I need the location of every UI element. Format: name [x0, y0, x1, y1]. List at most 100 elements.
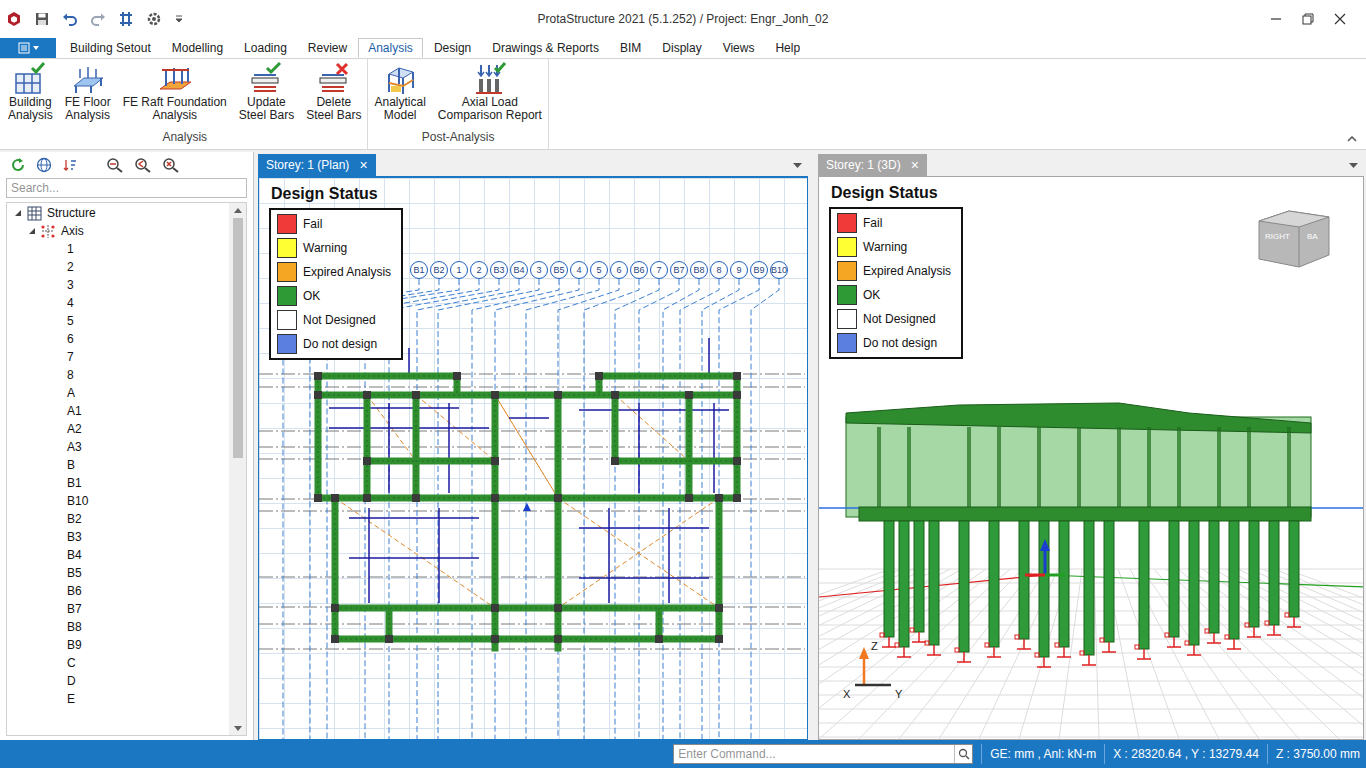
axis-bubble[interactable]: B3 — [490, 261, 508, 279]
tree-item[interactable]: 5 — [7, 312, 229, 330]
ribbon-tab[interactable]: Review — [298, 38, 357, 58]
search-input[interactable] — [6, 178, 247, 198]
tree-item[interactable]: A — [7, 384, 229, 402]
tree-item[interactable]: 4 — [7, 294, 229, 312]
axis-bubble[interactable]: 5 — [590, 261, 608, 279]
tree-item[interactable]: A1 — [7, 402, 229, 420]
tree-item[interactable]: B6 — [7, 582, 229, 600]
tree-item[interactable]: B10 — [7, 492, 229, 510]
command-input[interactable] — [674, 745, 954, 763]
axis-bubble[interactable]: 4 — [570, 261, 588, 279]
axis-bubble[interactable]: 7 — [650, 261, 668, 279]
view-menu-dropdown-icon[interactable] — [1348, 154, 1358, 176]
ribbon-tab[interactable]: Modelling — [162, 38, 233, 58]
tree-item[interactable]: 2 — [7, 258, 229, 276]
redo-icon[interactable] — [90, 11, 106, 27]
close-icon[interactable] — [1334, 13, 1346, 25]
tab-close-button[interactable]: × — [359, 158, 367, 172]
minimize-icon[interactable] — [1270, 13, 1282, 25]
sort-icon[interactable] — [62, 157, 78, 173]
tree-item[interactable]: B1 — [7, 474, 229, 492]
ribbon-button[interactable]: FE FloorAnalysis — [63, 62, 113, 122]
axis-bubble[interactable]: B2 — [430, 261, 448, 279]
ribbon-tab[interactable]: Drawings & Reports — [482, 38, 609, 58]
axis-bubble[interactable]: 1 — [450, 261, 468, 279]
tree-item[interactable]: 6 — [7, 330, 229, 348]
view-tab[interactable]: Storey: 1 (Plan)× — [258, 154, 376, 176]
search-icon[interactable] — [954, 745, 972, 763]
tree-item[interactable]: B3 — [7, 528, 229, 546]
tree-item[interactable]: B5 — [7, 564, 229, 582]
ribbon-button[interactable]: AnalyticalModel — [372, 62, 427, 122]
save-icon[interactable] — [34, 11, 50, 27]
axis-bubble[interactable]: B10 — [770, 261, 788, 279]
ribbon-tab[interactable]: Views — [713, 38, 765, 58]
tree-item[interactable]: B — [7, 456, 229, 474]
ribbon-tab[interactable]: Building Setout — [60, 38, 161, 58]
axis-bubble[interactable]: B7 — [670, 261, 688, 279]
zoom-clear-icon[interactable] — [162, 157, 180, 173]
ribbon-button[interactable]: UpdateSteel Bars — [237, 62, 296, 122]
axis-bubble[interactable]: B9 — [750, 261, 768, 279]
tree-item[interactable]: B4 — [7, 546, 229, 564]
scroll-down-icon[interactable] — [229, 721, 246, 735]
ribbon-tab[interactable]: Display — [652, 38, 711, 58]
axis-bubble[interactable]: B8 — [690, 261, 708, 279]
expand-toggle-icon[interactable] — [27, 226, 37, 236]
collapse-ribbon-icon[interactable] — [1346, 133, 1358, 145]
three-d-canvas[interactable]: RIGHTBAXYZDesign StatusFailWarningExpire… — [818, 176, 1364, 740]
view-cube-face-label[interactable]: BA — [1307, 233, 1318, 241]
tree-item[interactable]: B7 — [7, 600, 229, 618]
tree-item[interactable]: Axis — [7, 222, 229, 240]
undo-icon[interactable] — [62, 11, 78, 27]
ribbon-button[interactable]: FE Raft FoundationAnalysis — [121, 62, 229, 122]
zoom-previous-icon[interactable] — [134, 157, 152, 173]
ribbon-tab[interactable]: Loading — [234, 38, 297, 58]
globe-icon[interactable] — [36, 157, 52, 173]
tree-item[interactable]: C — [7, 654, 229, 672]
axis-bubble[interactable]: B5 — [550, 261, 568, 279]
ribbon-tab[interactable]: Design — [424, 38, 481, 58]
axis-bubble[interactable]: 9 — [730, 261, 748, 279]
tree-item[interactable]: 1 — [7, 240, 229, 258]
tree-item[interactable]: B8 — [7, 618, 229, 636]
axis-bubble[interactable]: 8 — [710, 261, 728, 279]
splitter[interactable] — [808, 152, 818, 740]
axis-bubble[interactable]: B1 — [410, 261, 428, 279]
restore-icon[interactable] — [1302, 13, 1314, 25]
ribbon-tab[interactable]: BIM — [610, 38, 651, 58]
tree-item[interactable]: Structure — [7, 204, 229, 222]
tree-item[interactable]: B2 — [7, 510, 229, 528]
app-logo-icon[interactable] — [6, 11, 22, 27]
file-menu-button[interactable] — [0, 38, 56, 58]
ribbon-tab[interactable]: Analysis — [358, 38, 423, 58]
tree-scrollbar[interactable] — [229, 203, 246, 735]
customize-dropdown-icon[interactable] — [174, 11, 184, 27]
axis-bubble[interactable]: B6 — [630, 261, 648, 279]
tree-item[interactable]: A2 — [7, 420, 229, 438]
plan-canvas[interactable]: B1B212B3B43B5456B67B7B889B9B10Design Sta… — [258, 176, 808, 740]
tree-item[interactable]: 7 — [7, 348, 229, 366]
axis-bubble[interactable]: B4 — [510, 261, 528, 279]
tree-item[interactable]: 8 — [7, 366, 229, 384]
axis-bubble[interactable]: 6 — [610, 261, 628, 279]
scrollbar-thumb[interactable] — [233, 218, 243, 458]
ribbon-button[interactable]: Axial LoadComparison Report — [436, 62, 544, 122]
axis-bubble[interactable]: 3 — [530, 261, 548, 279]
ribbon-tab[interactable]: Help — [765, 38, 810, 58]
settings-gear-icon[interactable] — [146, 11, 162, 27]
structure-tool-icon[interactable] — [118, 11, 134, 27]
tab-close-button[interactable]: × — [911, 158, 919, 172]
tree-item[interactable]: E — [7, 690, 229, 708]
view-menu-dropdown-icon[interactable] — [792, 154, 802, 176]
view-cube-face-label[interactable]: RIGHT — [1265, 233, 1290, 241]
refresh-icon[interactable] — [10, 157, 26, 173]
tree-item[interactable]: D — [7, 672, 229, 690]
ribbon-button[interactable]: BuildingAnalysis — [6, 62, 55, 122]
view-tab[interactable]: Storey: 1 (3D)× — [818, 154, 927, 176]
tree-item[interactable]: A3 — [7, 438, 229, 456]
zoom-select-icon[interactable] — [106, 157, 124, 173]
scroll-up-icon[interactable] — [229, 203, 246, 217]
axis-bubble[interactable]: 2 — [470, 261, 488, 279]
tree-item[interactable]: B9 — [7, 636, 229, 654]
